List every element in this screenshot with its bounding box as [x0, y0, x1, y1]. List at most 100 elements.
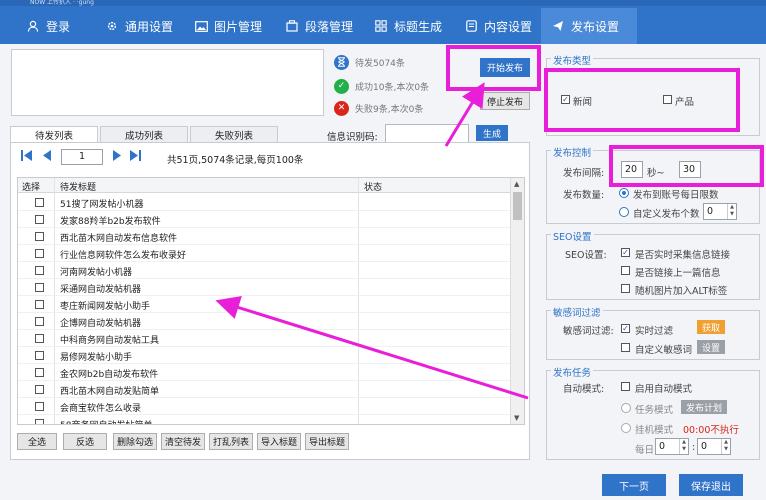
- seo-alt-tag-label: 随机图片加入ALT标签: [635, 286, 728, 297]
- tab-login[interactable]: 登录: [26, 8, 70, 44]
- row-checkbox[interactable]: [35, 402, 44, 411]
- fetch-words-button[interactable]: 获取: [697, 320, 725, 334]
- page-number-input[interactable]: 1: [61, 149, 103, 165]
- next-page-button[interactable]: 下一页: [602, 474, 666, 496]
- table-row[interactable]: 西北苗木网自动发布信息软件: [18, 228, 510, 245]
- realtime-filter-checkbox[interactable]: ✓: [621, 324, 630, 333]
- seo-alt-tag-checkbox[interactable]: [621, 284, 630, 293]
- tab-label: 登录: [46, 19, 71, 34]
- last-page-icon[interactable]: [129, 150, 141, 164]
- table-row[interactable]: 58商务网自动发帖简单: [18, 415, 510, 424]
- spinner-arrows-icon[interactable]: ▲ ▼: [721, 439, 730, 454]
- paragraph-icon: [285, 19, 299, 33]
- tab-content-settings[interactable]: 内容设置: [464, 8, 532, 44]
- minute-value: 0: [701, 441, 708, 452]
- tab-publish-settings[interactable]: 发布设置: [541, 8, 637, 44]
- custom-count-input[interactable]: 0 ▲ ▼: [703, 203, 737, 220]
- pending-status: 待发5074条: [334, 54, 405, 70]
- tab-paragraph-management[interactable]: 段落管理: [285, 8, 353, 44]
- enable-auto-mode-checkbox[interactable]: [621, 382, 630, 391]
- count-all-label: 发布到账号每日限数: [633, 190, 719, 201]
- table-row[interactable]: 采通网自动发帖机器: [18, 279, 510, 296]
- row-checkbox[interactable]: [35, 215, 44, 224]
- tab-image-management[interactable]: 图片管理: [194, 8, 262, 44]
- tab-label: 图片管理: [214, 19, 263, 34]
- generate-button[interactable]: 生成: [476, 125, 508, 141]
- table-row[interactable]: 发家88羚羊b2b发布软件: [18, 211, 510, 228]
- stop-publish-button[interactable]: 停止发布: [480, 92, 530, 110]
- delete-checked-button[interactable]: 删除勾选: [113, 433, 157, 450]
- row-checkbox[interactable]: [35, 300, 44, 309]
- table-row[interactable]: 西北苗木网自动发贴简单: [18, 381, 510, 398]
- column-header-select: 选择: [22, 183, 41, 193]
- hour-input[interactable]: 0 ▲ ▼: [655, 438, 689, 455]
- row-checkbox[interactable]: [35, 232, 44, 241]
- shuffle-list-button[interactable]: 打乱列表: [209, 433, 253, 450]
- publish-plan-button[interactable]: 发布计划: [681, 400, 727, 414]
- pending-titles-table: 选择 待发标题 状态 51搜了网发帖小机器 发家88羚羊b2b发布软件 西北苗木网自…: [17, 177, 525, 425]
- clear-pending-button[interactable]: 清空待发: [161, 433, 205, 450]
- row-checkbox[interactable]: [35, 249, 44, 258]
- task-mode-radio[interactable]: [621, 403, 631, 413]
- import-titles-button[interactable]: 导入标题: [257, 433, 301, 450]
- hang-mode-radio[interactable]: [621, 423, 631, 433]
- table-row[interactable]: 企博网自动发帖机器: [18, 313, 510, 330]
- vertical-scrollbar[interactable]: ▲ ▼: [510, 178, 524, 424]
- scroll-thumb[interactable]: [513, 192, 522, 220]
- spinner-arrows-icon[interactable]: ▲ ▼: [679, 439, 688, 454]
- log-textbox[interactable]: [11, 49, 324, 116]
- table-row[interactable]: 河南网发帖小机器: [18, 262, 510, 279]
- first-page-icon[interactable]: [21, 150, 33, 164]
- row-checkbox[interactable]: [35, 385, 44, 394]
- tab-general-settings[interactable]: 通用设置: [105, 8, 173, 44]
- table-row[interactable]: 51搜了网发帖小机器: [18, 194, 510, 211]
- scroll-down-icon[interactable]: ▼: [514, 414, 519, 422]
- table-row[interactable]: 行业信息网软件怎么发布收录好: [18, 245, 510, 262]
- word-settings-button[interactable]: 设置: [697, 340, 725, 354]
- row-checkbox[interactable]: [35, 419, 44, 424]
- spinner-arrows-icon[interactable]: ▲ ▼: [727, 204, 736, 219]
- row-checkbox[interactable]: [35, 317, 44, 326]
- row-checkbox[interactable]: [35, 351, 44, 360]
- hourglass-icon: [334, 54, 349, 70]
- table-header: 选择 待发标题 状态: [18, 178, 510, 193]
- export-titles-button[interactable]: 导出标题: [305, 433, 349, 450]
- table-row[interactable]: 易修网发帖小助手: [18, 347, 510, 364]
- seo-prev-link-checkbox[interactable]: [621, 266, 630, 275]
- row-checkbox[interactable]: [35, 283, 44, 292]
- seo-realtime-link-checkbox[interactable]: ✓: [621, 248, 630, 257]
- highlight-publish-type: [544, 68, 740, 132]
- invert-selection-button[interactable]: 反选: [63, 433, 107, 450]
- scroll-up-icon[interactable]: ▲: [514, 180, 519, 188]
- count-all-radio[interactable]: [619, 188, 629, 198]
- tab-success-list[interactable]: 成功列表: [100, 126, 188, 143]
- tab-label: 通用设置: [125, 19, 174, 34]
- prev-page-icon[interactable]: [43, 150, 51, 164]
- pager: 1: [21, 149, 141, 165]
- success-text: 成功10条,本次0条: [355, 82, 430, 93]
- tab-pending-list[interactable]: 待发列表: [10, 126, 98, 143]
- info-code-input[interactable]: [385, 124, 469, 143]
- row-checkbox[interactable]: [35, 334, 44, 343]
- table-row[interactable]: 会商宝软件怎么收录: [18, 398, 510, 415]
- table-row[interactable]: 中科商务网自动发帖工具: [18, 330, 510, 347]
- row-checkbox[interactable]: [35, 266, 44, 275]
- table-row[interactable]: 枣庄新闻网发帖小助手: [18, 296, 510, 313]
- minute-input[interactable]: 0 ▲ ▼: [697, 438, 731, 455]
- success-status: ✓ 成功10条,本次0条: [334, 78, 429, 94]
- table-row[interactable]: 金农网b2b自动发布软件: [18, 364, 510, 381]
- row-title: 河南网发帖小机器: [60, 268, 133, 278]
- image-icon: [194, 19, 208, 33]
- count-custom-radio[interactable]: [619, 207, 629, 217]
- tab-title-generation[interactable]: 标题生成: [374, 8, 442, 44]
- failed-status: ✕ 失败9条,本次0条: [334, 100, 423, 116]
- select-all-button[interactable]: 全选: [17, 433, 57, 450]
- next-page-icon[interactable]: [113, 150, 121, 164]
- save-exit-button[interactable]: 保存退出: [679, 474, 743, 496]
- tab-label: 内容设置: [484, 19, 533, 34]
- tab-failed-list[interactable]: 失败列表: [190, 126, 278, 143]
- row-checkbox[interactable]: [35, 368, 44, 377]
- custom-words-checkbox[interactable]: [621, 343, 630, 352]
- row-checkbox[interactable]: [35, 198, 44, 207]
- row-title: 51搜了网发帖小机器: [60, 200, 144, 210]
